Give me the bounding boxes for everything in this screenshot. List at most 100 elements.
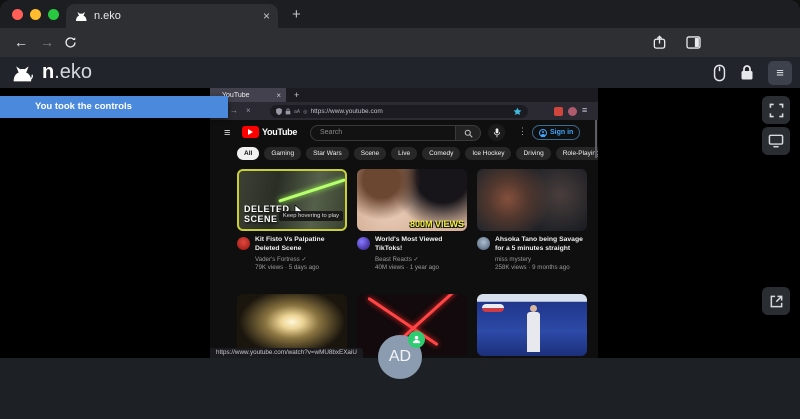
reader-badge-icon[interactable]: aA: [294, 109, 300, 115]
side-panel-icon[interactable]: [686, 36, 701, 49]
permission-badge-icon[interactable]: ◎: [303, 109, 307, 115]
fullscreen-icon: [769, 103, 784, 118]
youtube-wordmark: YouTube: [262, 127, 297, 137]
news-logo-decoration: [482, 304, 504, 312]
video-thumbnail-6[interactable]: [477, 294, 587, 356]
youtube-more-icon[interactable]: ⋮: [518, 126, 527, 137]
signin-person-icon: [539, 129, 547, 137]
remote-url-bar[interactable]: aA ◎ https://www.youtube.com: [270, 105, 528, 118]
lock-icon[interactable]: [740, 64, 754, 81]
youtube-video-grid: DELETED SCENE Keep hovering to play Kit …: [237, 169, 587, 271]
video-title[interactable]: Ahsoka Tano being Savage for a 5 minutes…: [495, 236, 587, 253]
verified-icon: ✓: [301, 257, 306, 263]
new-tab-button[interactable]: +: [292, 7, 301, 22]
popout-button[interactable]: [762, 287, 790, 315]
video-meta: 40M views · 1 year ago: [375, 264, 467, 271]
channel-avatar[interactable]: [357, 237, 370, 250]
tab-title: n.eko: [94, 10, 257, 22]
youtube-search-input[interactable]: Search: [310, 125, 456, 141]
chip-comedy[interactable]: Comedy: [422, 147, 460, 160]
neko-cat-logo: [10, 63, 34, 83]
video-thumbnail-2[interactable]: 800M VIEWS: [357, 169, 467, 231]
youtube-chip-row: All Gaming Star Wars Scene Live Comedy I…: [237, 147, 598, 161]
chip-ice-hockey[interactable]: Ice Hockey: [465, 147, 511, 160]
video-title[interactable]: Kit Fisto Vs Palpatine Deleted Scene: [255, 236, 347, 253]
video-channel[interactable]: Beast Reacts ✓: [375, 256, 467, 263]
traffic-close-icon[interactable]: [12, 9, 23, 20]
back-icon[interactable]: ←: [14, 34, 28, 50]
neko-brand: n.eko: [10, 61, 92, 84]
bookmark-star-icon[interactable]: [513, 107, 522, 116]
chip-all[interactable]: All: [237, 147, 259, 160]
remote-stop-icon[interactable]: ×: [246, 106, 251, 115]
resolution-button[interactable]: [762, 127, 790, 155]
external-link-icon: [769, 294, 784, 309]
neko-menu-button[interactable]: ≡: [768, 61, 792, 85]
video-card-1[interactable]: DELETED SCENE Keep hovering to play Kit …: [237, 169, 347, 271]
browser-tab-neko[interactable]: n.eko ×: [66, 4, 278, 28]
video-channel[interactable]: Vader's Fortress ✓: [255, 256, 347, 263]
browser-tabstrip: n.eko × +: [0, 0, 800, 28]
video-thumbnail-3[interactable]: [477, 169, 587, 231]
youtube-play-icon: [242, 126, 259, 138]
controls-notification: You took the controls: [0, 96, 228, 118]
monitor-icon: [768, 134, 784, 148]
youtube-signin-button[interactable]: Sign in: [532, 125, 580, 140]
remote-tabstrip: YouTube × +: [210, 88, 598, 102]
video-thumbnail-1[interactable]: DELETED SCENE Keep hovering to play: [237, 169, 347, 231]
remote-tab-title: YouTube: [222, 92, 272, 99]
signin-label: Sign in: [550, 129, 573, 136]
thumbnail-overlay-text: 800M VIEWS: [410, 219, 464, 229]
stream-stage: YouTube × + ← → × aA ◎ https://www.youtu…: [0, 88, 800, 358]
remote-screen[interactable]: YouTube × + ← → × aA ◎ https://www.youtu…: [210, 88, 598, 358]
channel-avatar[interactable]: [237, 237, 250, 250]
video-card-2[interactable]: 800M VIEWS World's Most Viewed TikToks! …: [357, 169, 467, 271]
video-meta: 79K views · 5 days ago: [255, 264, 347, 271]
chip-scene[interactable]: Scene: [354, 147, 386, 160]
video-title[interactable]: World's Most Viewed TikToks!: [375, 236, 467, 253]
reload-icon[interactable]: [64, 36, 77, 49]
traffic-zoom-icon[interactable]: [48, 9, 59, 20]
remote-tab-close-icon[interactable]: ×: [276, 91, 281, 100]
browser-toolbar: ← → i localhost:8080 Guest ⋮: [0, 28, 800, 57]
tab-close-icon[interactable]: ×: [263, 10, 270, 22]
green-lightsaber-decoration: [278, 178, 346, 202]
tracking-shield-icon: [276, 108, 282, 115]
video-channel[interactable]: miss mystery: [495, 256, 587, 263]
neko-header: n.eko ≡: [0, 57, 800, 88]
youtube-mic-button[interactable]: [488, 124, 505, 141]
chip-gaming[interactable]: Gaming: [264, 147, 301, 160]
chip-star-wars[interactable]: Star Wars: [306, 147, 349, 160]
news-anchor-figure: [527, 312, 540, 352]
adblock-extension-icon[interactable]: [554, 107, 563, 116]
remote-url-text: https://www.youtube.com: [311, 108, 511, 115]
fullscreen-button[interactable]: [762, 96, 790, 124]
https-lock-icon: [285, 108, 291, 115]
remote-forward-icon[interactable]: →: [230, 106, 238, 115]
online-status-badge: [408, 331, 425, 348]
traffic-minimize-icon[interactable]: [30, 9, 41, 20]
video-thumbnail-4[interactable]: [237, 294, 347, 356]
mouse-control-icon[interactable]: [713, 64, 726, 82]
chip-driving[interactable]: Driving: [516, 147, 550, 160]
forward-icon[interactable]: →: [40, 34, 54, 50]
remote-menu-icon[interactable]: ≡: [582, 105, 587, 115]
channel-avatar[interactable]: [477, 237, 490, 250]
neko-brand-text: n.eko: [42, 61, 92, 84]
video-meta: 258K views · 9 months ago: [495, 264, 587, 271]
share-icon[interactable]: [652, 35, 667, 50]
mic-icon: [493, 128, 501, 138]
search-icon: [464, 129, 473, 138]
remote-new-tab-icon[interactable]: +: [294, 90, 299, 100]
verified-icon: ✓: [414, 257, 419, 263]
person-icon: [412, 335, 421, 344]
youtube-search-button[interactable]: [456, 125, 481, 141]
youtube-topbar: ≡ YouTube Search ⋮ Sign in: [210, 120, 598, 146]
chip-live[interactable]: Live: [391, 147, 417, 160]
youtube-burger-icon[interactable]: ≡: [224, 127, 230, 139]
video-card-3[interactable]: Ahsoka Tano being Savage for a 5 minutes…: [477, 169, 587, 271]
youtube-logo[interactable]: YouTube: [242, 126, 297, 138]
scrollbar-thumb[interactable]: [595, 120, 597, 158]
extension-icon[interactable]: [568, 107, 577, 116]
chip-role-playing-games[interactable]: Role-Playing Games: [556, 147, 598, 160]
